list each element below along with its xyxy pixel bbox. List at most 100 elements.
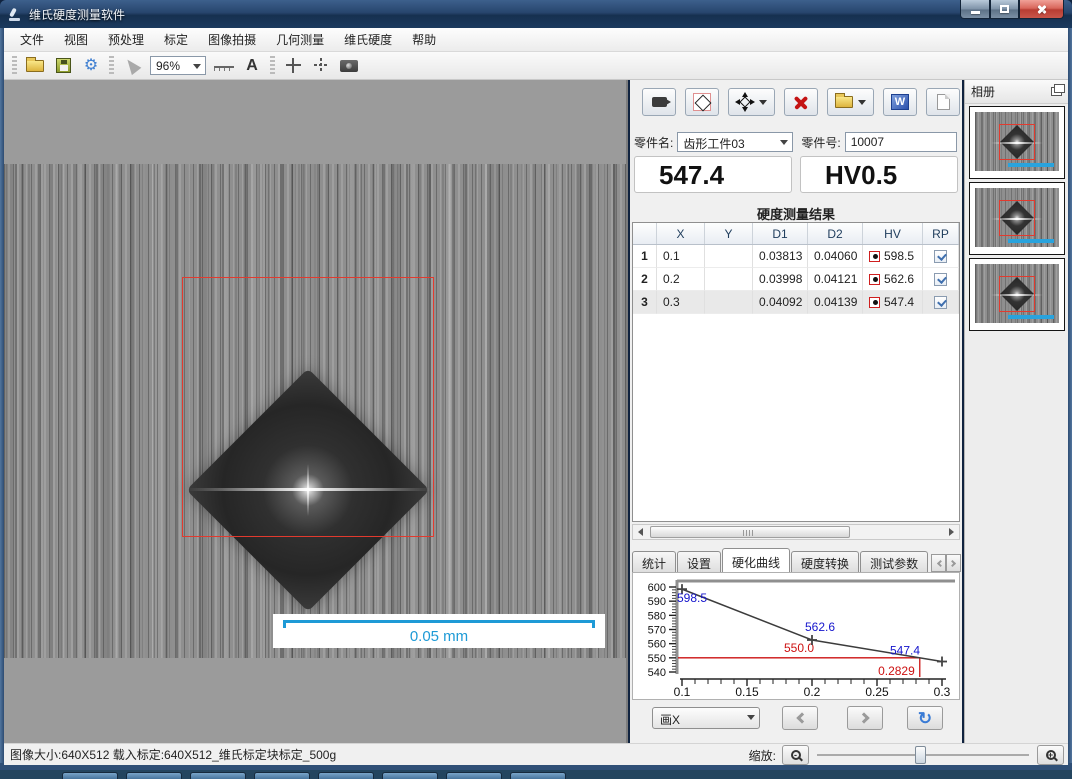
- float-panel-icon[interactable]: [1051, 87, 1062, 96]
- zoom-out-button[interactable]: -: [782, 745, 809, 765]
- tab-3[interactable]: 硬度转换: [791, 551, 859, 572]
- word-report-button[interactable]: W: [883, 88, 917, 116]
- minimize-button[interactable]: [960, 0, 990, 19]
- menu-item-1[interactable]: 视图: [54, 28, 98, 51]
- delete-result-button[interactable]: [784, 88, 818, 116]
- part-no-input[interactable]: 10007: [845, 132, 957, 152]
- tab-scroll-left-button[interactable]: [931, 554, 946, 572]
- table-horizontal-scrollbar[interactable]: [632, 524, 960, 540]
- table-cell[interactable]: 0.04060: [808, 245, 863, 268]
- measurement-rectangle[interactable]: [182, 277, 434, 537]
- table-cell[interactable]: 0.1: [657, 245, 705, 268]
- save-button[interactable]: [50, 54, 76, 78]
- menu-item-2[interactable]: 预处理: [98, 28, 154, 51]
- column-header[interactable]: D2: [808, 223, 863, 244]
- table-cell[interactable]: 3: [633, 291, 657, 314]
- tab-2[interactable]: 硬化曲线: [722, 548, 790, 572]
- close-button[interactable]: [1019, 0, 1064, 19]
- menu-item-7[interactable]: 帮助: [402, 28, 446, 51]
- zoom-slider[interactable]: [817, 745, 1029, 765]
- hv-cell[interactable]: 598.5: [863, 245, 923, 268]
- table-cell[interactable]: 0.04139: [808, 291, 863, 314]
- next-point-button[interactable]: [847, 706, 883, 730]
- table-cell[interactable]: 0.04121: [808, 268, 863, 291]
- rp-checkbox[interactable]: [934, 250, 947, 263]
- maximize-button[interactable]: [990, 0, 1019, 19]
- video-capture-button[interactable]: [642, 88, 676, 116]
- tab-4[interactable]: 测试参数: [860, 551, 928, 572]
- select-cursor-button[interactable]: [119, 54, 145, 78]
- detect-indent-button[interactable]: [685, 88, 719, 116]
- table-cell[interactable]: 1: [633, 245, 657, 268]
- series-select[interactable]: 画X: [652, 707, 760, 729]
- crosshair-tool-button[interactable]: [280, 54, 306, 78]
- zoom-slider-thumb[interactable]: [915, 746, 926, 764]
- tab-0[interactable]: 统计: [632, 551, 676, 572]
- text-tool-button[interactable]: A: [239, 54, 265, 78]
- table-cell[interactable]: 0.04092: [753, 291, 808, 314]
- table-cell[interactable]: [705, 268, 753, 291]
- measure-tool-button[interactable]: [211, 54, 237, 78]
- table-row[interactable]: 30.3 0.040920.04139547.4: [633, 291, 959, 314]
- taskbar-button-3[interactable]: [254, 772, 310, 779]
- svg-text:562.6: 562.6: [805, 620, 835, 634]
- menu-item-4[interactable]: 图像拍摄: [198, 28, 266, 51]
- rp-checkbox[interactable]: [934, 296, 947, 309]
- table-cell[interactable]: 0.2: [657, 268, 705, 291]
- taskbar-button-6[interactable]: [446, 772, 502, 779]
- taskbar-button-7[interactable]: [510, 772, 566, 779]
- table-row[interactable]: 20.2 0.039980.04121562.6: [633, 268, 959, 291]
- table-cell[interactable]: 2: [633, 268, 657, 291]
- table-cell[interactable]: [705, 291, 753, 314]
- table-row[interactable]: 10.1 0.038130.04060598.5: [633, 245, 959, 268]
- album-thumbnail-1[interactable]: [969, 182, 1065, 255]
- scroll-right-arrow[interactable]: [944, 525, 959, 539]
- settings-button[interactable]: ⚙: [78, 54, 104, 78]
- part-name-select[interactable]: 齿形工件03: [677, 132, 793, 152]
- image-viewport[interactable]: 0.05 mm: [4, 80, 628, 743]
- zoom-in-button[interactable]: +: [1037, 745, 1064, 765]
- menu-item-5[interactable]: 几何测量: [266, 28, 334, 51]
- taskbar-button-2[interactable]: [190, 772, 246, 779]
- hv-cell[interactable]: 562.6: [863, 268, 923, 291]
- menu-item-0[interactable]: 文件: [10, 28, 54, 51]
- table-cell[interactable]: 0.3: [657, 291, 705, 314]
- chevron-down-icon[interactable]: [858, 100, 866, 105]
- taskbar-button-0[interactable]: [62, 772, 118, 779]
- move-indent-button[interactable]: [728, 88, 775, 116]
- previous-point-button[interactable]: [782, 706, 818, 730]
- load-image-button[interactable]: [827, 88, 874, 116]
- column-header[interactable]: Y: [705, 223, 753, 244]
- rp-checkbox[interactable]: [934, 273, 947, 286]
- column-header[interactable]: X: [657, 223, 705, 244]
- new-document-button[interactable]: [926, 88, 960, 116]
- table-cell[interactable]: 0.03998: [753, 268, 808, 291]
- column-header[interactable]: RP: [923, 223, 959, 244]
- tab-1[interactable]: 设置: [677, 551, 721, 572]
- tab-scroll-right-button[interactable]: [946, 554, 961, 572]
- open-file-button[interactable]: [22, 54, 48, 78]
- album-thumbnail-0[interactable]: [969, 106, 1065, 179]
- chevron-down-icon[interactable]: [759, 100, 767, 105]
- column-header[interactable]: HV: [863, 223, 923, 244]
- indent-marker-icon: [869, 251, 880, 262]
- column-header[interactable]: D1: [753, 223, 808, 244]
- menu-item-3[interactable]: 标定: [154, 28, 198, 51]
- scrollbar-thumb[interactable]: [650, 526, 850, 538]
- taskbar-button-5[interactable]: [382, 772, 438, 779]
- table-cell[interactable]: [705, 245, 753, 268]
- zoom-level-select[interactable]: 96%: [150, 56, 206, 75]
- taskbar-button-1[interactable]: [126, 772, 182, 779]
- taskbar-button-4[interactable]: [318, 772, 374, 779]
- text-tool-icon: A: [246, 57, 258, 75]
- center-target-button[interactable]: [308, 54, 334, 78]
- menu-item-6[interactable]: 维氏硬度: [334, 28, 402, 51]
- refresh-chart-button[interactable]: ↻: [907, 706, 943, 730]
- album-thumbnail-2[interactable]: [969, 258, 1065, 331]
- scroll-left-arrow[interactable]: [633, 525, 648, 539]
- capture-button[interactable]: [336, 54, 362, 78]
- table-cell[interactable]: 0.03813: [753, 245, 808, 268]
- hv-cell[interactable]: 547.4: [863, 291, 923, 314]
- windows-taskbar[interactable]: [0, 770, 1072, 779]
- column-header[interactable]: [633, 223, 657, 244]
